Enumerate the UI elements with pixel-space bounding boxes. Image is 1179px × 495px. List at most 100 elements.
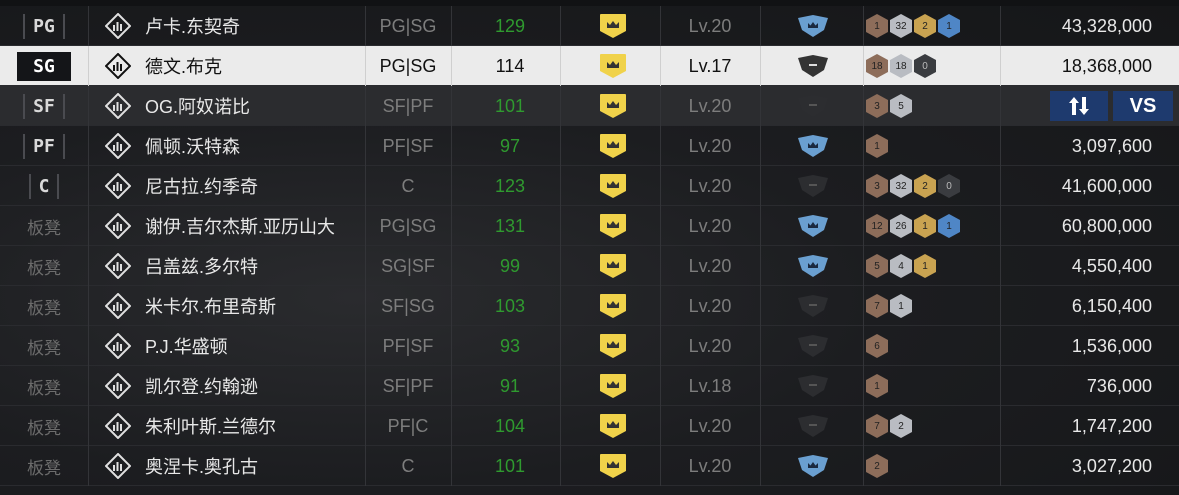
badge-count-list: 3 32 2 0: [866, 166, 1000, 206]
dark-shield-icon: [798, 95, 828, 117]
column-divider: [88, 206, 89, 246]
team-badge-cell: [793, 246, 833, 286]
player-name-cell: 凯尔登.约翰逊: [105, 366, 365, 406]
column-divider: [451, 166, 452, 206]
bronze-badge-count: 3: [866, 174, 888, 198]
column-divider: [451, 406, 452, 446]
badge-count-list: 35: [866, 86, 1000, 126]
column-divider: [88, 286, 89, 326]
player-positions: SF|SG: [381, 295, 435, 316]
bench-label: 板凳: [27, 218, 61, 238]
player-overall: 103: [494, 295, 526, 316]
player-rank-diamond-icon: [105, 333, 131, 359]
column-divider: [560, 326, 561, 366]
player-salary: 18,368,000: [1061, 55, 1152, 76]
column-divider: [760, 246, 761, 286]
player-row[interactable]: PG 卢卡.东契奇 PG|SG 129 Lv.20 1 32 2 1 43,328,000: [0, 6, 1179, 46]
player-overall: 114: [495, 55, 525, 76]
crown-icon: [600, 174, 626, 198]
player-salary: 43,328,000: [1061, 15, 1152, 36]
swap-button[interactable]: [1050, 91, 1108, 121]
player-row[interactable]: C 尼古拉.约季奇 C 123 Lv.20 3 32 2 0 41,600,000: [0, 166, 1179, 206]
column-divider: [88, 326, 89, 366]
player-salary: 736,000: [1086, 375, 1152, 396]
column-divider: [863, 86, 864, 126]
badge-count-list: 12 26 1 1: [866, 206, 1000, 246]
bench-label: 板凳: [27, 458, 61, 478]
player-overall: 101: [494, 455, 526, 476]
slot-cell: PF: [0, 126, 88, 166]
player-row[interactable]: SF OG.阿奴诺比 SF|PF 101 Lv.20 3 5: [0, 86, 1179, 126]
crown-badge-cell: [598, 366, 628, 406]
crown-badge-cell: [598, 46, 628, 86]
player-row[interactable]: 板凳 P.J.华盛顿 PF|SF 93 Lv.20 6 1,536,000: [0, 326, 1179, 366]
badge-count-list: 6: [866, 326, 1000, 366]
column-divider: [863, 46, 864, 86]
column-divider: [560, 6, 561, 46]
crown-icon: [600, 294, 626, 318]
badge-count-list: 71: [866, 286, 1000, 326]
silver-badge-count: 18: [890, 54, 912, 78]
crown-badge-cell: [598, 406, 628, 446]
position-slot-label: PF: [23, 133, 65, 159]
player-salary: 60,800,000: [1061, 215, 1152, 236]
position-slot-label: PG: [23, 13, 65, 39]
player-name-cell: 米卡尔.布里奇斯: [105, 286, 365, 326]
column-divider: [863, 206, 864, 246]
player-row[interactable]: 板凳 奥涅卡.奥孔古 C 101 Lv.20 2 3,027,200: [0, 446, 1179, 486]
player-row[interactable]: 板凳 朱利叶斯.兰德尔 PF|C 104 Lv.20 7 2 1,747,200: [0, 406, 1179, 446]
silver-badge-count: 4: [890, 254, 912, 278]
column-divider: [451, 206, 452, 246]
column-divider: [451, 326, 452, 366]
column-divider: [863, 366, 864, 406]
silver-badge-count: 5: [890, 94, 912, 118]
slot-cell: PG: [0, 6, 88, 46]
silver-badge-count: 2: [890, 414, 912, 438]
column-divider: [863, 326, 864, 366]
dark-shield-icon: [798, 375, 828, 397]
player-rank-diamond-icon: [105, 53, 131, 79]
slot-cell: 板凳: [0, 366, 88, 406]
column-divider: [88, 126, 89, 166]
player-row[interactable]: 板凳 谢伊.吉尔杰斯.亚历山大 PG|SG 131 Lv.20 12 26 1 1 60,800,…: [0, 206, 1179, 246]
bench-label: 板凳: [27, 418, 61, 438]
player-salary: 1,747,200: [1071, 415, 1152, 436]
dark-badge-count: 0: [914, 54, 936, 78]
player-row[interactable]: 板凳 吕盖兹.多尔特 SG|SF 99 Lv.20 5 4 1 4,550,400: [0, 246, 1179, 286]
player-overall: 131: [494, 215, 526, 236]
column-divider: [88, 6, 89, 46]
gold-badge-count: 1: [914, 254, 936, 278]
player-row[interactable]: PF 佩顿.沃特森 PF|SF 97 Lv.20 1 3,097,600: [0, 126, 1179, 166]
column-divider: [88, 406, 89, 446]
blue-badge-count: 1: [938, 14, 960, 38]
player-row[interactable]: 板凳 凯尔登.约翰逊 SF|PF 91 Lv.18 1 736,000: [0, 366, 1179, 406]
gold-badge-count: 2: [914, 14, 936, 38]
column-divider: [760, 86, 761, 126]
player-salary: 3,027,200: [1071, 455, 1152, 476]
vs-button[interactable]: VS: [1113, 91, 1173, 121]
player-overall: 99: [499, 255, 521, 276]
player-overall: 101: [494, 95, 526, 116]
player-positions: C: [401, 175, 415, 196]
player-level: Lv.20: [688, 255, 732, 276]
badge-count-list: 1: [866, 126, 1000, 166]
bronze-badge-count: 2: [866, 454, 888, 478]
player-salary: 4,550,400: [1071, 255, 1152, 276]
player-name-cell: 尼古拉.约季奇: [105, 166, 365, 206]
column-divider: [863, 166, 864, 206]
column-divider: [863, 446, 864, 486]
blue-crown-shield-icon: [798, 135, 828, 157]
player-row[interactable]: 板凳 米卡尔.布里奇斯 SF|SG 103 Lv.20 7 1 6,150,400: [0, 286, 1179, 326]
crown-badge-cell: [598, 246, 628, 286]
player-row[interactable]: SG 德文.布克 PG|SG 114 Lv.17 18 18 0 18,368,000: [0, 46, 1179, 86]
column-divider: [560, 286, 561, 326]
slot-cell: 板凳: [0, 326, 88, 366]
player-name-cell: 德文.布克: [105, 46, 365, 86]
crown-badge-cell: [598, 6, 628, 46]
team-badge-cell: [793, 206, 833, 246]
slot-cell: 板凳: [0, 246, 88, 286]
player-level: Lv.20: [688, 335, 732, 356]
player-overall: 91: [499, 375, 521, 396]
player-overall: 129: [494, 15, 526, 36]
team-badge-cell: [793, 86, 833, 126]
